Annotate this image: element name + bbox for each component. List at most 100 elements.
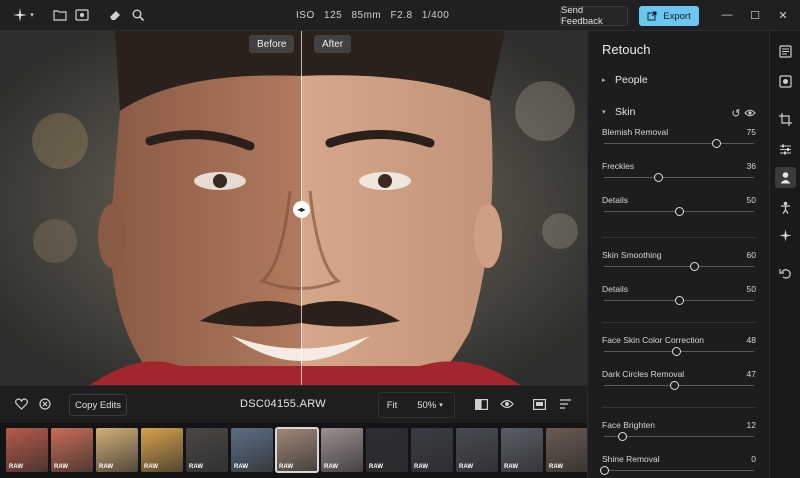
filmstrip-thumbnail[interactable]: RAW bbox=[456, 428, 498, 472]
minimize-icon[interactable]: — bbox=[720, 8, 734, 22]
slider-track[interactable] bbox=[604, 266, 754, 267]
raw-badge: RAW bbox=[9, 464, 23, 470]
export-icon bbox=[647, 11, 657, 21]
retouch-panel: Retouch ▸ People ▾ Skin ↺ Blemish Remova… bbox=[587, 31, 769, 478]
reset-icon[interactable]: ↺ bbox=[730, 107, 742, 120]
slider-row: Blemish Removal 75 bbox=[602, 127, 756, 157]
app-logo-icon[interactable] bbox=[12, 7, 28, 23]
slider-label: Shine Removal bbox=[602, 454, 660, 464]
heart-icon[interactable] bbox=[13, 396, 29, 412]
eraser-icon[interactable] bbox=[107, 7, 123, 23]
divider bbox=[602, 237, 756, 238]
send-feedback-button[interactable]: Send Feedback bbox=[560, 5, 628, 27]
raw-badge: RAW bbox=[189, 464, 203, 470]
filmstrip-thumbnail[interactable]: RAW bbox=[96, 428, 138, 472]
skin-label: Skin bbox=[615, 106, 636, 118]
raw-badge: RAW bbox=[279, 464, 293, 470]
retouch-person-icon[interactable] bbox=[775, 167, 796, 188]
slider-handle[interactable] bbox=[671, 347, 681, 356]
slider-row: Dark Circles Removal 47 bbox=[602, 369, 756, 399]
divider bbox=[602, 407, 756, 408]
slider-value: 36 bbox=[746, 161, 756, 171]
export-button[interactable]: Export bbox=[639, 6, 699, 26]
raw-badge: RAW bbox=[234, 464, 248, 470]
slider-label: Details bbox=[602, 195, 628, 205]
panel-title: Retouch bbox=[602, 42, 651, 57]
slider-handle[interactable] bbox=[599, 466, 609, 475]
eye-icon[interactable] bbox=[499, 396, 515, 412]
slider-track[interactable] bbox=[604, 470, 754, 471]
reject-icon[interactable] bbox=[37, 396, 53, 412]
slider-label: Freckles bbox=[602, 161, 635, 171]
compare-view-icon[interactable] bbox=[473, 396, 489, 412]
filmstrip: RAW RAW RAW RAW RAW RAW RAW RAW RAW RAW RAW RAW RAW bbox=[0, 423, 587, 478]
body-icon[interactable] bbox=[777, 199, 794, 216]
filmstrip-thumbnail[interactable]: RAW bbox=[51, 428, 93, 472]
image-preview-icon[interactable] bbox=[531, 396, 547, 412]
slider-track[interactable] bbox=[604, 143, 754, 144]
slider-label: Skin Smoothing bbox=[602, 250, 662, 260]
camera-info: ISO 125 85mm F2.8 1/400 bbox=[296, 10, 450, 21]
after-label: After bbox=[314, 35, 352, 53]
filmstrip-thumbnail[interactable]: RAW bbox=[321, 428, 363, 472]
raw-badge: RAW bbox=[549, 464, 563, 470]
chevron-down-icon: ▾ bbox=[439, 402, 443, 409]
close-icon[interactable]: ✕ bbox=[776, 8, 790, 22]
raw-badge: RAW bbox=[414, 464, 428, 470]
filmstrip-thumbnail[interactable]: RAW bbox=[366, 428, 408, 472]
filmstrip-thumbnail[interactable]: RAW bbox=[501, 428, 543, 472]
slider-value: 50 bbox=[746, 284, 756, 294]
slider-handle[interactable] bbox=[674, 296, 684, 305]
raw-badge: RAW bbox=[504, 464, 518, 470]
slider-handle[interactable] bbox=[617, 432, 627, 441]
filmstrip-thumbnail[interactable]: RAW bbox=[411, 428, 453, 472]
compare-handle-icon[interactable]: ◂▸ bbox=[293, 201, 310, 218]
photo-viewer[interactable]: Before After ◂▸ bbox=[0, 31, 587, 385]
slider-label: Dark Circles Removal bbox=[602, 369, 685, 379]
eye-icon[interactable] bbox=[744, 107, 756, 119]
filmstrip-thumbnail[interactable]: RAW bbox=[6, 428, 48, 472]
maximize-icon[interactable]: ☐ bbox=[748, 8, 762, 22]
slider-track[interactable] bbox=[604, 436, 754, 437]
image-library-icon[interactable] bbox=[74, 7, 90, 23]
slider-track[interactable] bbox=[604, 385, 754, 386]
slider-value: 0 bbox=[751, 454, 756, 464]
divider bbox=[602, 322, 756, 323]
folder-icon[interactable] bbox=[52, 7, 68, 23]
slider-track[interactable] bbox=[604, 177, 754, 178]
filmstrip-thumbnail[interactable]: RAW bbox=[546, 428, 587, 472]
fit-button[interactable]: Fit bbox=[380, 394, 404, 416]
bottom-toolbar: Copy Edits DSC04155.ARW Fit 50% ▾ bbox=[0, 385, 587, 423]
raw-badge: RAW bbox=[459, 464, 473, 470]
raw-badge: RAW bbox=[99, 464, 113, 470]
layers-icon[interactable] bbox=[777, 43, 794, 60]
search-icon[interactable] bbox=[130, 7, 146, 23]
raw-badge: RAW bbox=[54, 464, 68, 470]
people-section-header[interactable]: ▸ People bbox=[602, 74, 648, 86]
sparkle-icon[interactable] bbox=[777, 227, 794, 244]
filmstrip-thumbnail[interactable]: RAW bbox=[186, 428, 228, 472]
slider-value: 50 bbox=[746, 195, 756, 205]
crop-icon[interactable] bbox=[777, 111, 794, 128]
filmstrip-thumbnail[interactable]: RAW bbox=[231, 428, 273, 472]
zoom-select[interactable]: 50% ▾ bbox=[408, 394, 452, 416]
slider-handle[interactable] bbox=[712, 139, 721, 148]
copy-edits-button[interactable]: Copy Edits bbox=[69, 394, 127, 416]
slider-handle[interactable] bbox=[670, 381, 679, 390]
adjust-sliders-icon[interactable] bbox=[777, 141, 794, 158]
ai-select-icon[interactable] bbox=[777, 73, 794, 90]
slider-handle[interactable] bbox=[653, 173, 663, 182]
top-toolbar: ▾ ISO 125 85mm F2.8 1/400 Send Feedback … bbox=[0, 0, 800, 31]
skin-section-header[interactable]: ▾ Skin bbox=[602, 106, 635, 118]
slider-handle[interactable] bbox=[674, 207, 684, 216]
slider-label: Face Brighten bbox=[602, 420, 655, 430]
filmstrip-thumbnail[interactable]: RAW bbox=[141, 428, 183, 472]
sort-icon[interactable] bbox=[557, 396, 573, 412]
history-undo-icon[interactable] bbox=[777, 265, 794, 282]
filmstrip-thumbnail[interactable]: RAW bbox=[275, 427, 319, 473]
chevron-down-icon[interactable]: ▾ bbox=[28, 7, 36, 23]
zoom-value: 50% bbox=[417, 399, 437, 411]
raw-badge: RAW bbox=[369, 464, 383, 470]
slider-handle[interactable] bbox=[689, 262, 699, 271]
slider-value: 60 bbox=[746, 250, 756, 260]
